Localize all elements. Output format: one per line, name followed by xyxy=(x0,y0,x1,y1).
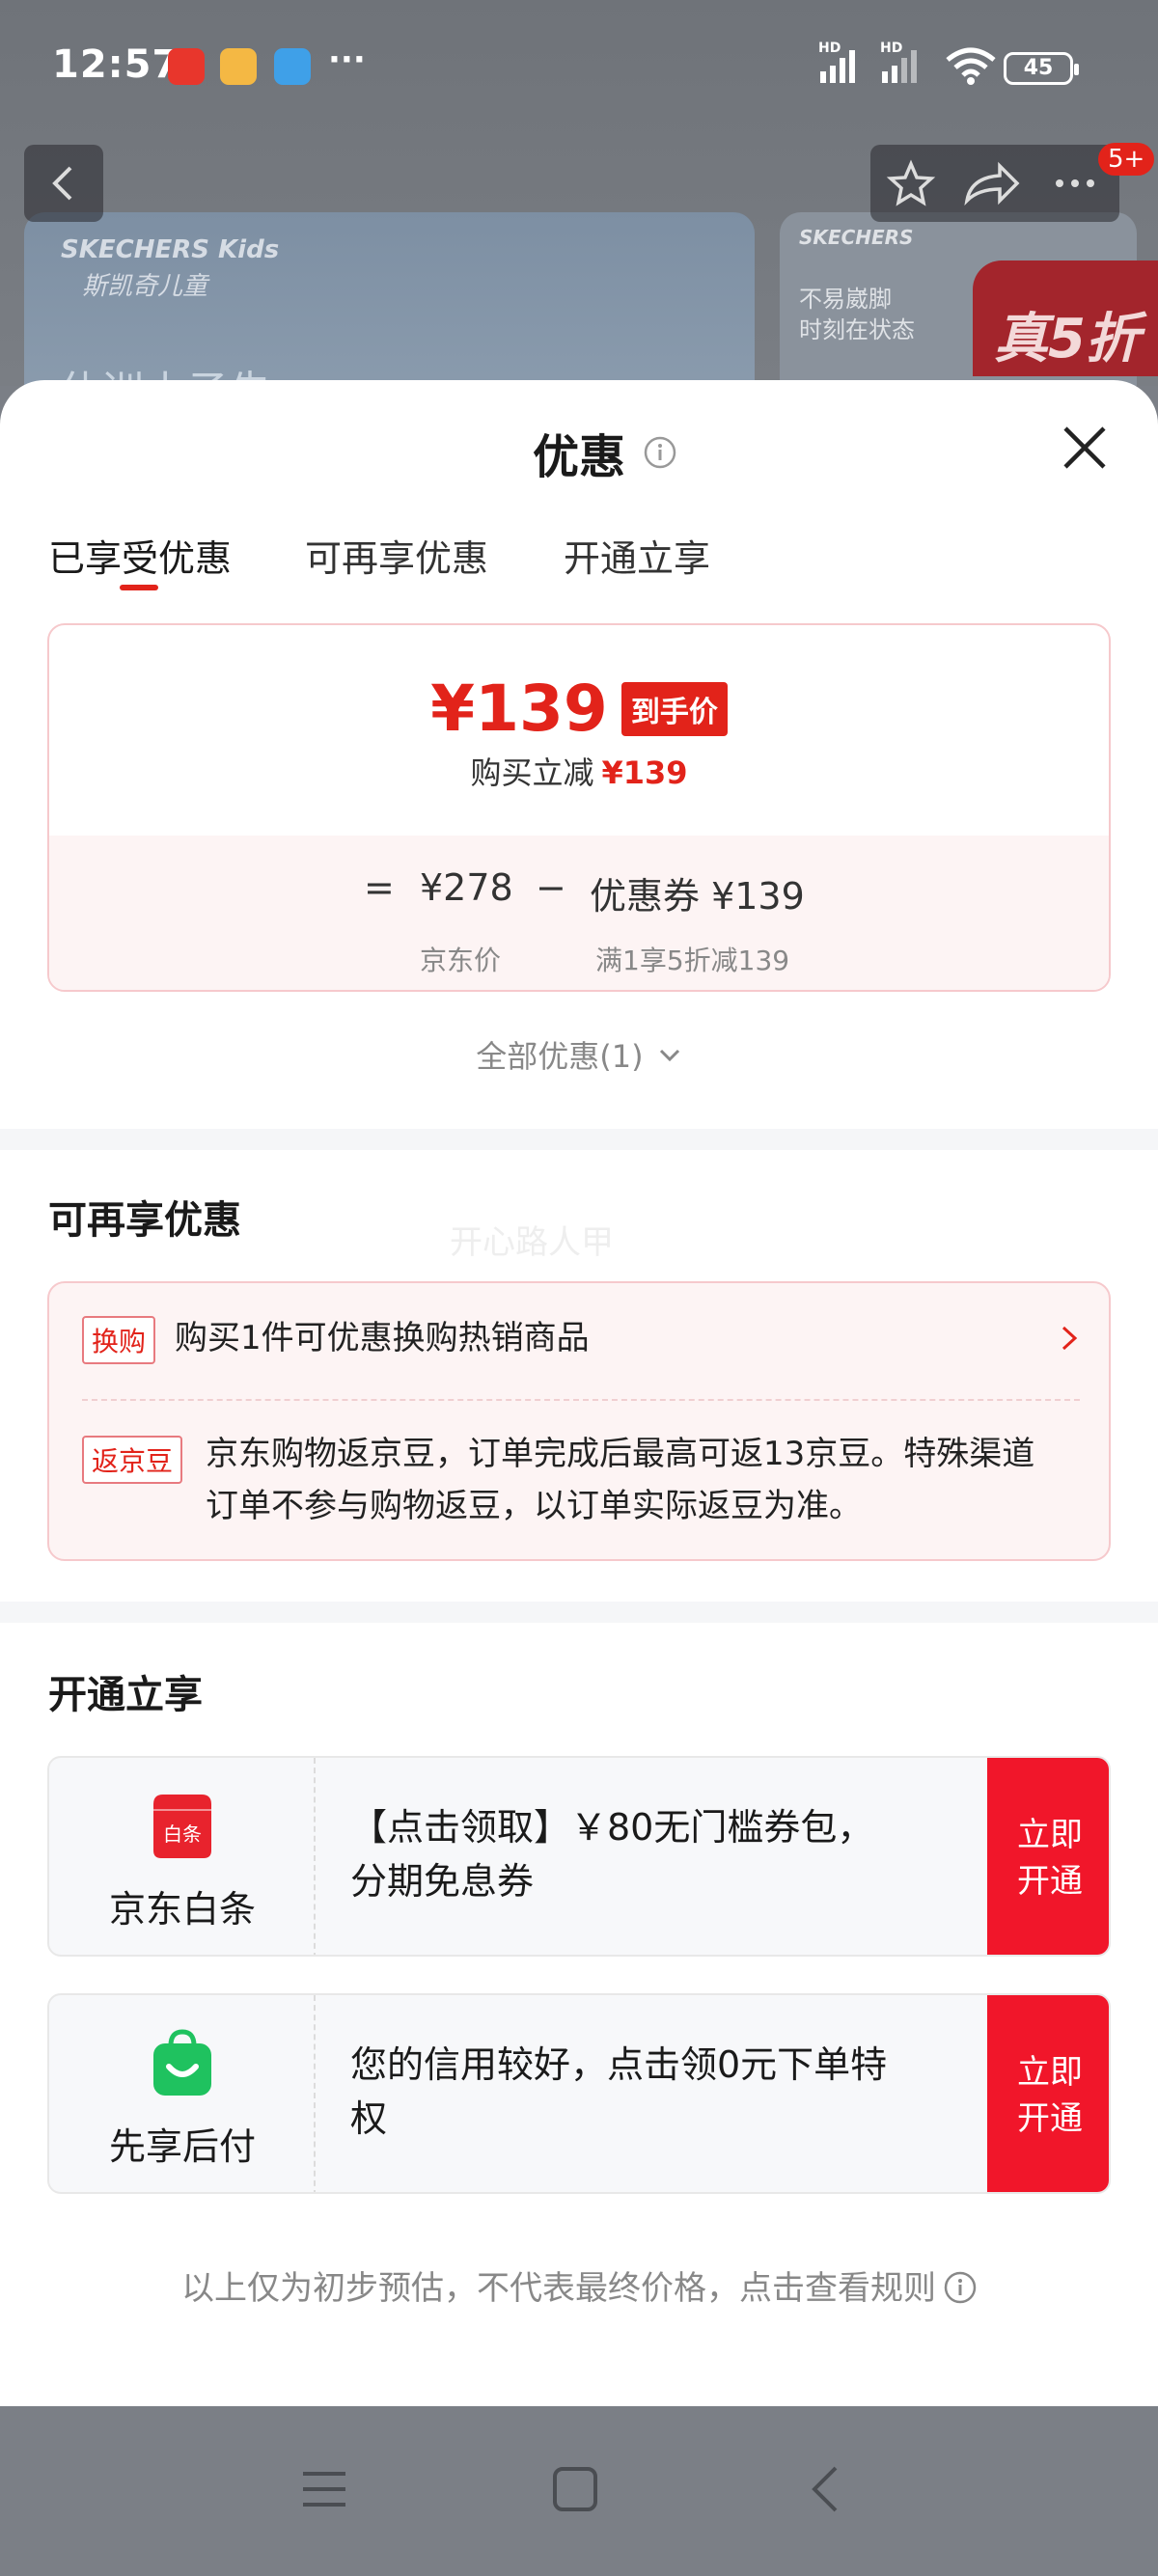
share-icon[interactable] xyxy=(964,161,1020,206)
watermark: 开心路人甲 xyxy=(450,1223,614,1262)
section-divider xyxy=(0,1602,1158,1623)
more-menu-icon[interactable] xyxy=(1056,179,1094,187)
home-icon[interactable] xyxy=(546,2460,604,2518)
banner-brand-subtitle: 斯凯奇儿童 xyxy=(82,272,208,301)
final-price-tag: 到手价 xyxy=(620,681,728,736)
wifi-icon xyxy=(946,47,996,85)
more-offers-card: 换购 购买1件可优惠换购热销商品 返京豆 京东购物返京豆，订单完成后最高可返13… xyxy=(47,1281,1111,1561)
favorite-star-icon[interactable] xyxy=(886,159,936,206)
all-offers-label: 全部优惠(1) xyxy=(476,1038,644,1075)
discount-value: ¥139 xyxy=(601,754,688,791)
baitiao-description: 【点击领取】￥80无门槛券包， 分期免息券 xyxy=(350,1806,874,1903)
info-icon xyxy=(944,2271,977,2304)
close-icon[interactable] xyxy=(1060,423,1110,473)
offers-bottom-sheet: 优惠 已享受优惠 可再享优惠 开通立享 ¥139 到手价 购买立减 ¥139 = ¥… xyxy=(0,380,1158,2406)
price-disclaimer-link[interactable]: 以上仅为初步预估，不代表最终价格，点击查看规则 xyxy=(0,2261,1158,2309)
banner-brand-logo: SKECHERS Kids xyxy=(61,235,280,264)
jd-beans-tag: 返京豆 xyxy=(82,1436,183,1484)
pay-later-description: 您的信用较好，点击领0元下单特 权 xyxy=(350,2043,888,2140)
equals-sign: = xyxy=(364,866,395,909)
back-arrow-icon[interactable] xyxy=(797,2460,855,2518)
price-breakdown-card: ¥139 到手价 购买立减 ¥139 = ¥278 − 优惠券 ¥139 京东价 满… xyxy=(47,623,1111,992)
message-badge: 5+ xyxy=(1098,143,1155,176)
coupon-amount: 优惠券 ¥139 xyxy=(590,875,805,918)
tab-activate-offers[interactable]: 开通立享 xyxy=(564,529,710,582)
signal-icon: HD xyxy=(880,41,917,83)
final-price: ¥139 xyxy=(430,671,608,746)
jd-price: ¥278 xyxy=(420,866,513,909)
section-divider xyxy=(0,1129,1158,1150)
chevron-left-icon xyxy=(52,166,72,201)
active-tab-indicator xyxy=(120,585,158,590)
tab-more-offers[interactable]: 可再享优惠 xyxy=(305,529,488,582)
top-actions xyxy=(870,145,1119,222)
notification-app-icon xyxy=(220,48,257,85)
battery-indicator: 45 xyxy=(1004,52,1079,85)
menu-icon[interactable] xyxy=(295,2460,353,2518)
trade-in-text: 购买1件可优惠换购热销商品 xyxy=(175,1319,590,1357)
jd-price-label: 京东价 xyxy=(420,945,502,976)
banner2-line1: 不易崴脚 xyxy=(799,286,892,313)
notification-app-icon xyxy=(274,48,311,85)
minus-sign: − xyxy=(536,866,566,909)
chevron-down-icon xyxy=(659,1049,679,1062)
banner2-promo: 真5折 xyxy=(973,260,1158,376)
status-bar: 12:57 ··· HD HD 45 xyxy=(0,0,1158,135)
more-offers-title: 可再享优惠 xyxy=(48,1198,241,1243)
product-banner-image: SKECHERS Kids 斯凯奇儿童 休训小子先 xyxy=(24,212,755,386)
sheet-title: 优惠 xyxy=(532,430,625,484)
activate-baitiao-button[interactable]: 立即 开通 xyxy=(987,1758,1109,1955)
baitiao-icon: 白条 xyxy=(153,1795,211,1858)
pay-later-name: 先享后付 xyxy=(108,2125,256,2168)
chevron-right-icon xyxy=(1062,1326,1078,1351)
svg-text:白条: 白条 xyxy=(163,1822,202,1846)
trade-in-tag: 换购 xyxy=(82,1316,156,1364)
product-banner-image-2: SKECHERS 不易崴脚 时刻在状态 真5折 xyxy=(780,212,1158,386)
pay-later-card[interactable]: 先享后付 您的信用较好，点击领0元下单特 权 立即 开通 xyxy=(47,1993,1111,2194)
info-icon[interactable] xyxy=(644,436,676,469)
tab-enjoyed-offers[interactable]: 已享受优惠 xyxy=(48,529,232,582)
activate-pay-later-button[interactable]: 立即 开通 xyxy=(987,1995,1109,2192)
signal-icon: HD xyxy=(818,41,855,83)
product-page-background: SKECHERS Kids 斯凯奇儿童 休训小子先 SKECHERS 不易崴脚 … xyxy=(0,0,1158,386)
baitiao-name: 京东白条 xyxy=(108,1888,256,1931)
coupon-rule-label: 满1享5折减139 xyxy=(595,945,790,976)
discount-label: 购买立减 xyxy=(470,754,594,791)
jd-beans-text-line1: 京东购物返京豆，订单完成后最高可返13京豆。特殊渠道 xyxy=(206,1435,1035,1473)
jd-beans-text-line2: 订单不参与购物返豆，以订单实际返豆为准。 xyxy=(206,1487,862,1525)
more-notifications-icon: ··· xyxy=(328,41,366,79)
banner2-logo: SKECHERS xyxy=(799,226,914,249)
system-navigation-bar xyxy=(0,2406,1158,2576)
disclaimer-text: 以上仅为初步预估，不代表最终价格，点击查看规则 xyxy=(181,2269,936,2308)
notification-app-icon xyxy=(168,48,205,85)
all-offers-toggle[interactable]: 全部优惠(1) xyxy=(0,1032,1158,1077)
status-time: 12:57 xyxy=(52,42,180,87)
activate-offers-title: 开通立享 xyxy=(48,1673,203,1717)
jd-baitiao-card[interactable]: 白条 京东白条 【点击领取】￥80无门槛券包， 分期免息券 立即 开通 xyxy=(47,1756,1111,1957)
shopping-bag-icon xyxy=(153,2029,211,2096)
back-button[interactable] xyxy=(24,145,103,222)
discount-summary: 购买立减 ¥139 xyxy=(49,749,1109,793)
banner2-line2: 时刻在状态 xyxy=(799,316,915,343)
